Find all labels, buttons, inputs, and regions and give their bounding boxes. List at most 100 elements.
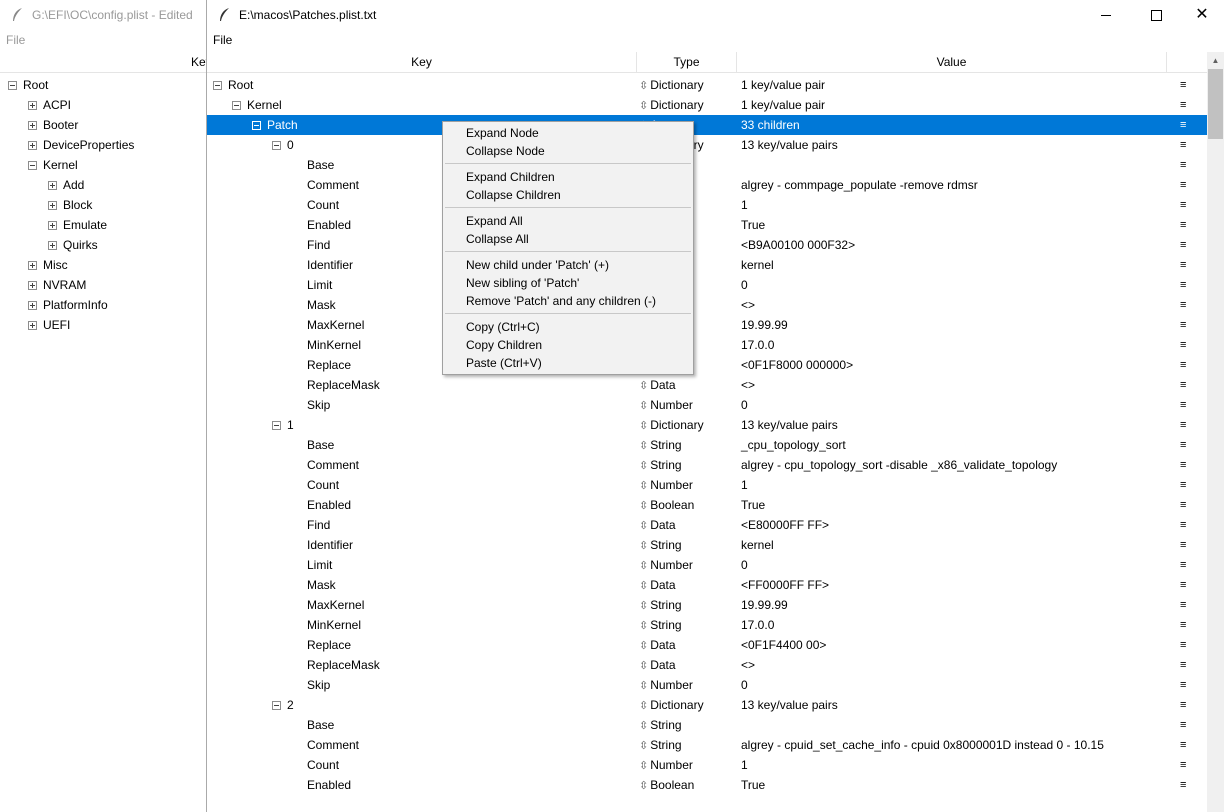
row-value[interactable]: algrey - cpuid_set_cache_info - cpuid 0x… [741, 735, 1104, 755]
drag-handle-icon[interactable]: ≡ [1180, 395, 1186, 415]
drag-handle-icon[interactable]: ≡ [1180, 555, 1186, 575]
row-key[interactable]: Limit [307, 275, 332, 295]
table-row[interactable]: Limit ⇳Number 0 ≡ [207, 555, 1186, 575]
row-type[interactable]: ⇳Data [639, 515, 676, 536]
type-updown-icon[interactable]: ⇳ [639, 740, 648, 752]
collapse-icon[interactable] [8, 81, 17, 91]
table-row[interactable]: Identifier ⇳String kernel ≡ [207, 535, 1186, 555]
row-value[interactable]: 13 key/value pairs [741, 415, 838, 435]
drag-handle-icon[interactable]: ≡ [1180, 735, 1186, 755]
vertical-scrollbar[interactable]: ▲ [1207, 52, 1224, 812]
table-row[interactable]: Skip ⇳ Number 0 ≡ [207, 395, 1186, 415]
context-menu-item[interactable]: Collapse Node [466, 142, 545, 160]
drag-handle-icon[interactable]: ≡ [1180, 755, 1186, 775]
table-row[interactable]: Mask ⇳ Data <FF0000FF FF> ≡ [207, 575, 1186, 596]
scroll-thumb[interactable] [1208, 69, 1223, 139]
table-row[interactable]: Enabled ⇳Boolean True ≡ [207, 775, 1186, 795]
bg-tree-item[interactable]: NVRAM [28, 275, 86, 295]
col-header-key[interactable]: Key [207, 52, 637, 72]
row-value[interactable]: 1 [741, 475, 748, 495]
drag-handle-icon[interactable]: ≡ [1180, 495, 1186, 515]
collapse-icon[interactable] [28, 161, 37, 171]
row-type[interactable]: ⇳String [639, 735, 682, 756]
row-type[interactable]: ⇳Data [639, 575, 676, 596]
row-key[interactable]: MinKernel [307, 615, 361, 635]
row-key[interactable]: ReplaceMask [307, 655, 380, 675]
bg-tree-item[interactable]: Root [8, 75, 48, 95]
row-key[interactable]: Skip [307, 395, 330, 415]
type-updown-icon[interactable]: ⇳ [639, 440, 648, 452]
bg-column-header[interactable]: Key [0, 52, 206, 73]
drag-handle-icon[interactable]: ≡ [1180, 135, 1186, 155]
drag-handle-icon[interactable]: ≡ [1180, 375, 1186, 395]
drag-handle-icon[interactable]: ≡ [1180, 235, 1186, 255]
expand-icon[interactable] [48, 201, 57, 211]
drag-handle-icon[interactable]: ≡ [1180, 775, 1186, 795]
row-key[interactable]: Comment [307, 175, 359, 195]
expand-icon[interactable] [28, 121, 37, 131]
context-menu-item[interactable]: Expand Children [466, 168, 555, 186]
background-window[interactable]: G:\EFI\OC\config.plist - Edited File Key… [0, 0, 206, 812]
row-value[interactable]: True [741, 495, 765, 515]
type-updown-icon[interactable]: ⇳ [639, 640, 648, 652]
type-updown-icon[interactable]: ⇳ [639, 700, 648, 712]
row-value[interactable]: 17.0.0 [741, 335, 774, 355]
row-key[interactable]: Base [307, 435, 334, 455]
row-key[interactable]: Skip [307, 675, 330, 695]
table-row[interactable]: Count ⇳Number 1 ≡ [207, 755, 1186, 775]
collapse-icon[interactable] [232, 101, 241, 111]
drag-handle-icon[interactable]: ≡ [1180, 455, 1186, 475]
collapse-icon[interactable] [272, 421, 281, 431]
menu-file[interactable]: File [207, 33, 238, 47]
row-key[interactable]: Count [307, 195, 339, 215]
col-header-type[interactable]: Type [637, 52, 737, 72]
row-value[interactable]: 1 key/value pair [741, 95, 825, 115]
expand-icon[interactable] [28, 301, 37, 311]
row-value[interactable]: 1 [741, 195, 748, 215]
row-key[interactable]: Base [307, 155, 334, 175]
table-row[interactable]: Replace ⇳ Data <0F1F4400 00> ≡ [207, 635, 1186, 655]
row-key[interactable]: MaxKernel [307, 595, 364, 615]
bg-tree-item[interactable]: Booter [28, 115, 78, 135]
row-key[interactable]: 0 [272, 135, 294, 155]
row-value[interactable]: kernel [741, 535, 774, 555]
table-row[interactable]: Kernel ⇳ Dictionary 1 key/value pair ≡ [207, 95, 1186, 115]
row-value[interactable]: 19.99.99 [741, 315, 788, 335]
bg-tree-item[interactable]: Block [48, 195, 92, 215]
table-row[interactable]: MaxKernel ⇳String 19.99.99 ≡ [207, 595, 1186, 615]
row-value[interactable]: 33 children [741, 115, 800, 135]
type-updown-icon[interactable]: ⇳ [639, 600, 648, 612]
row-value[interactable]: <FF0000FF FF> [741, 575, 829, 595]
context-menu-item[interactable]: Copy (Ctrl+C) [466, 318, 540, 336]
drag-handle-icon[interactable]: ≡ [1180, 435, 1186, 455]
row-value[interactable]: <> [741, 655, 755, 675]
drag-handle-icon[interactable]: ≡ [1180, 175, 1186, 195]
type-updown-icon[interactable]: ⇳ [639, 100, 648, 112]
row-key[interactable]: Base [307, 715, 334, 735]
type-updown-icon[interactable]: ⇳ [639, 380, 648, 392]
drag-handle-icon[interactable]: ≡ [1180, 415, 1186, 435]
context-menu-item[interactable]: Collapse Children [466, 186, 561, 204]
collapse-icon[interactable] [272, 701, 281, 711]
row-key[interactable]: MaxKernel [307, 315, 364, 335]
type-updown-icon[interactable]: ⇳ [639, 480, 648, 492]
row-type[interactable]: ⇳Data [639, 375, 676, 396]
context-menu-item[interactable]: Remove 'Patch' and any children (-) [466, 292, 656, 310]
row-value[interactable]: 0 [741, 555, 748, 575]
drag-handle-icon[interactable]: ≡ [1180, 515, 1186, 535]
row-key[interactable]: MinKernel [307, 335, 361, 355]
table-row[interactable]: Root ⇳ Dictionary 1 key/value pair ≡ [207, 75, 1186, 95]
row-value[interactable]: <B9A00100 000F32> [741, 235, 855, 255]
row-key[interactable]: Kernel [232, 95, 282, 115]
table-row[interactable]: Find ⇳ Data <E80000FF FF> ≡ [207, 515, 1186, 536]
row-type[interactable]: ⇳Dictionary [639, 695, 704, 716]
row-type[interactable]: ⇳Number [639, 475, 693, 496]
row-type[interactable]: ⇳Boolean [639, 495, 694, 516]
close-button[interactable]: ✕ [1179, 0, 1224, 30]
row-type[interactable]: ⇳String [639, 615, 682, 636]
row-value[interactable]: 0 [741, 675, 748, 695]
bg-menu-file[interactable]: File [0, 33, 31, 47]
row-key[interactable]: 1 [272, 415, 294, 435]
row-key[interactable]: ReplaceMask [307, 375, 380, 395]
table-row[interactable]: Enabled ⇳Boolean True ≡ [207, 495, 1186, 516]
